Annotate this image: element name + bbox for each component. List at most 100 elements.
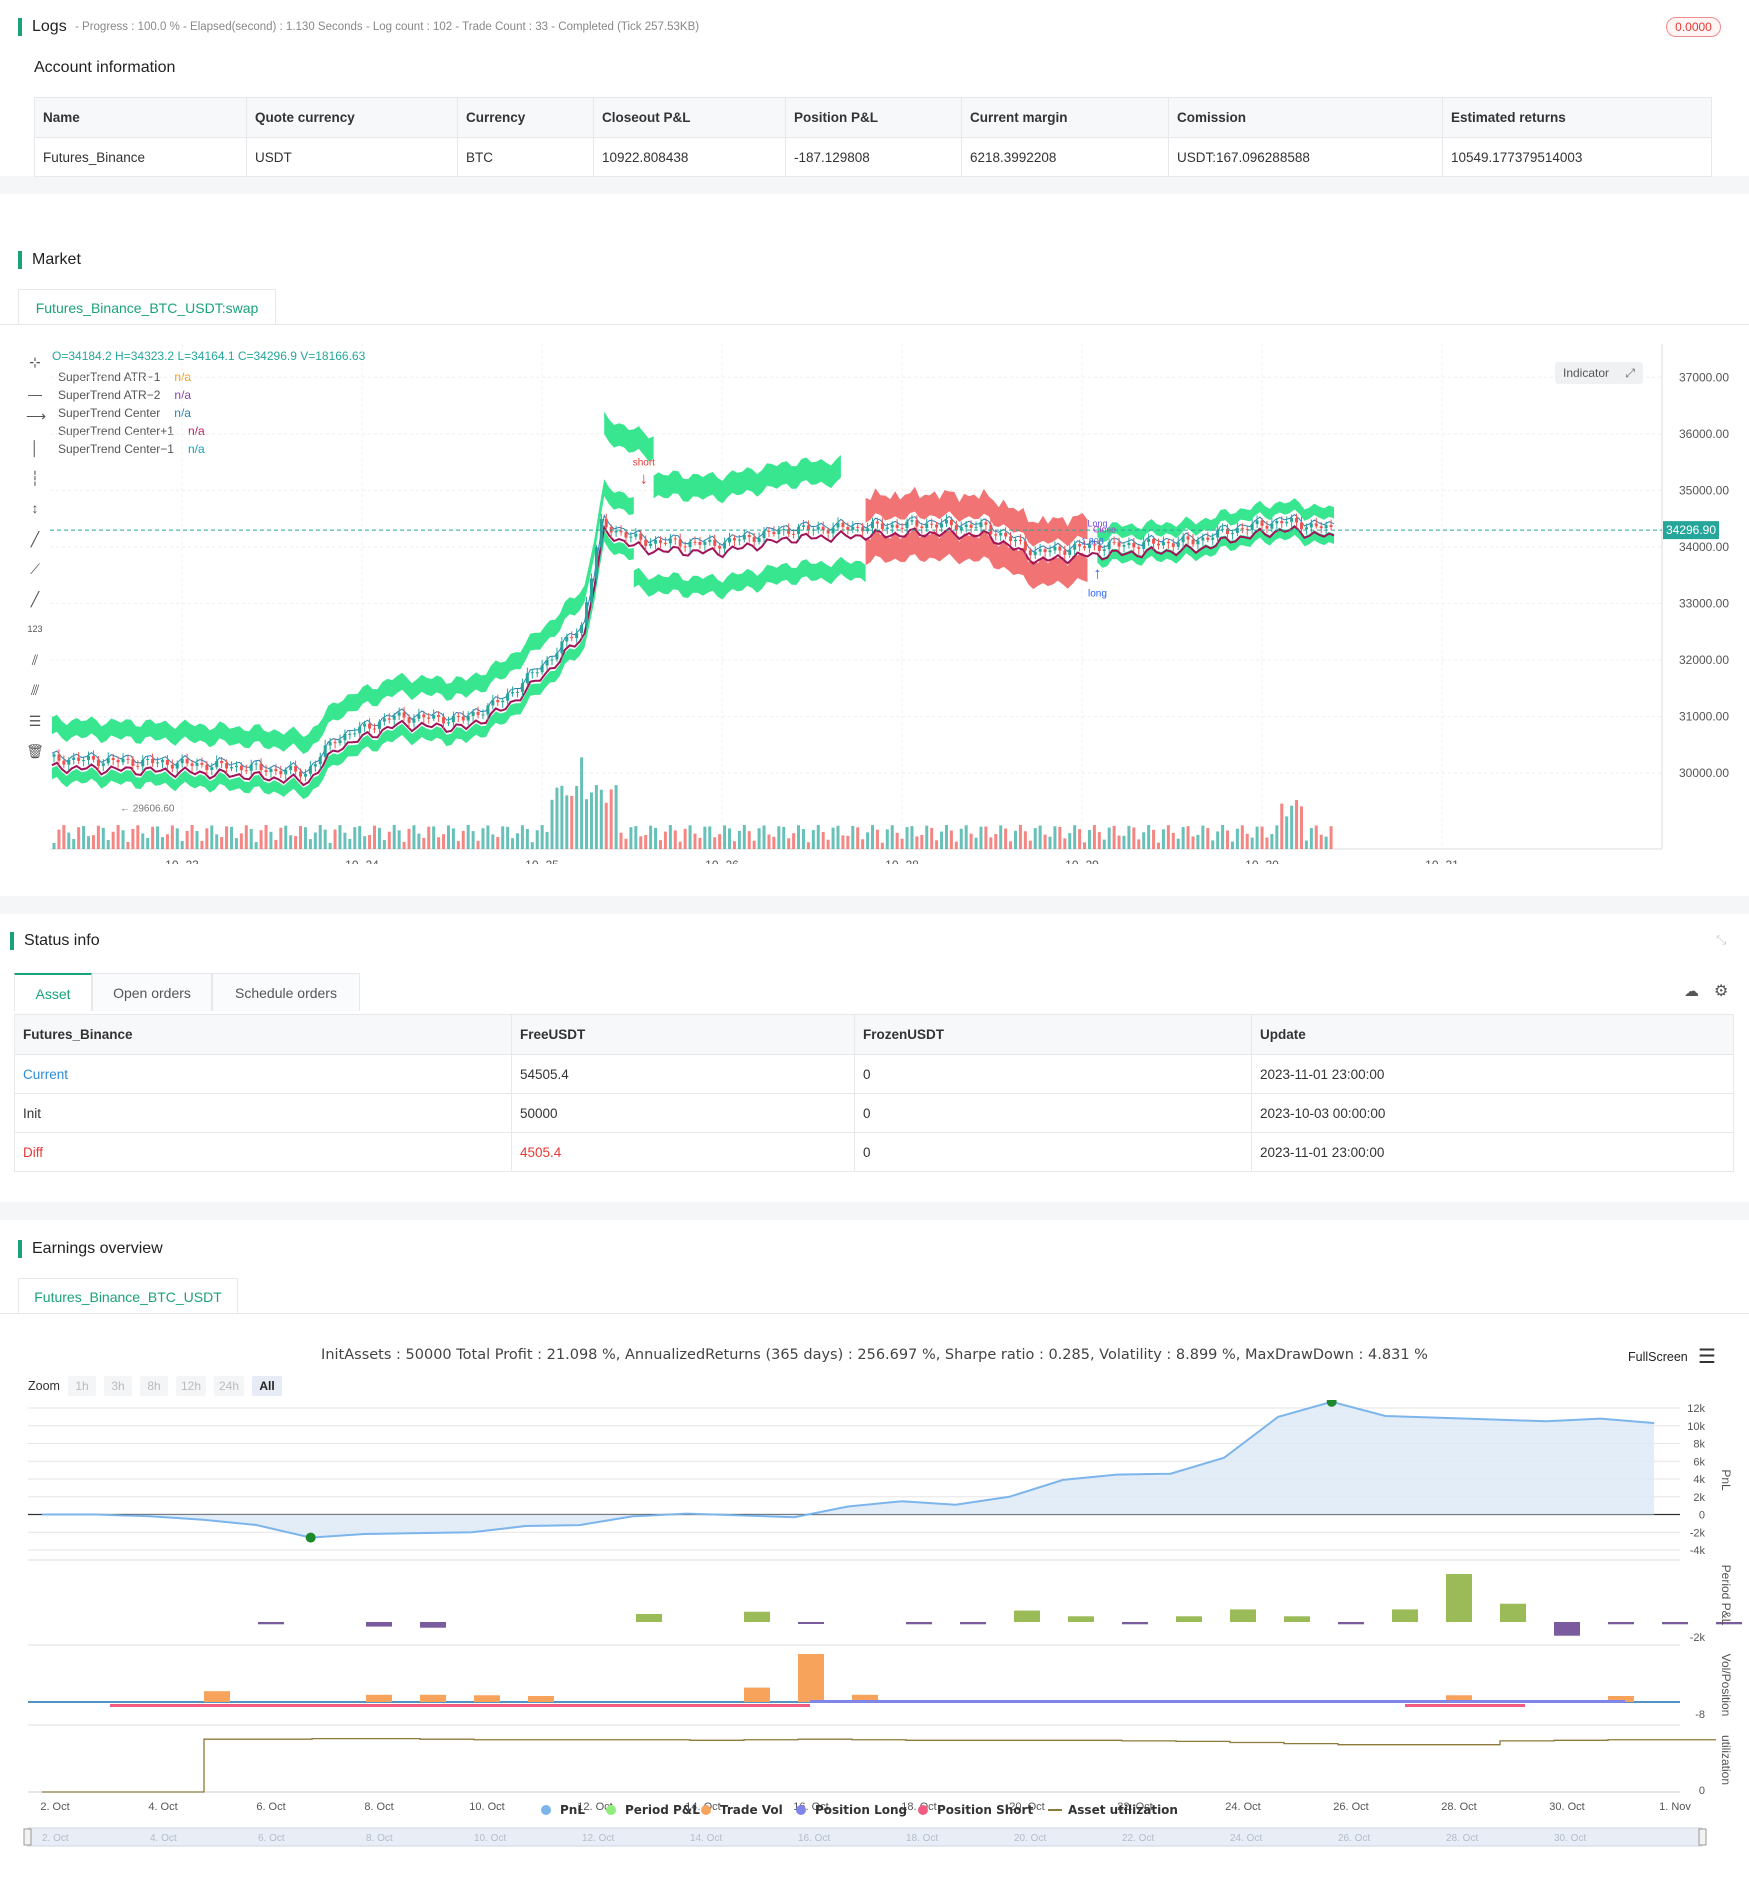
market-symbol-tab[interactable]: Futures_Binance_BTC_USDT:swap [18,289,276,325]
volume-bar [1078,829,1082,849]
volpos-tick-label: -8 [1695,1709,1705,1721]
candle-body [515,691,519,693]
candle-body [387,718,391,720]
account-cell: USDT [246,137,458,177]
zoom-3h-button[interactable]: 3h [104,1376,132,1396]
candle-body [77,757,81,761]
volpos-axis-title: Vol/Position [1719,1654,1733,1717]
candle-body [1132,542,1136,548]
volume-bar [708,826,712,849]
volume-bar [1127,825,1131,849]
supertrend-upper-band [52,479,634,754]
menu-icon[interactable]: ☰ [1698,1344,1716,1369]
asset-header-cell: FreeUSDT [511,1014,855,1055]
volume-bar [382,840,386,849]
candle-body [1240,528,1244,530]
volume-bar [156,826,160,849]
volume-bar [466,825,470,849]
navigator-tick-label: 20. Oct [1014,1833,1046,1844]
pnl-tick-label: 8k [1693,1439,1705,1451]
volume-bar [57,829,61,849]
navigator-tick-label: 4. Oct [150,1833,177,1844]
legend-label: Period P&L [625,1803,700,1817]
collapse-icon[interactable]: ⤡ [1716,932,1726,948]
volume-bar [806,842,810,849]
candle-body [846,527,850,531]
candle-body [540,665,544,673]
volume-bar [649,825,653,849]
volume-bar [96,825,100,849]
candle-body [318,756,322,765]
candle-body [358,726,362,734]
volume-bar [486,825,490,849]
tab-open-orders[interactable]: Open orders [92,973,212,1011]
volume-bar [1053,826,1057,849]
candle-body [1295,517,1299,523]
candle-body [52,754,56,757]
candle-body [1053,546,1057,551]
candle-body [62,760,66,765]
candle-body [1028,550,1032,556]
candle-body [1127,542,1131,546]
account-cell: BTC [457,137,594,177]
period-pnl-bar [366,1622,392,1627]
candle-body [979,522,983,528]
candle-body [392,715,396,720]
volume-bar [940,831,944,849]
zoom-8h-button[interactable]: 8h [140,1376,168,1396]
pnl-tick-label: 0 [1699,1510,1705,1522]
volume-bar [713,837,717,849]
zoom-1h-button[interactable]: 1h [68,1376,96,1396]
volume-bar [160,837,164,849]
candle-body [180,759,184,764]
candlestick-chart[interactable]: 37000.00 36000.00 35000.00 34000.00 33000.00… [0,344,1749,864]
zoom-24h-button[interactable]: 24h [214,1376,244,1396]
volume-bar [1161,829,1165,849]
candle-body [170,764,174,769]
candle-body [210,767,214,770]
volume-bar [230,826,234,849]
volume-bar [1230,841,1234,849]
candle-body [244,770,248,772]
volume-bar [106,840,110,849]
volume-bar [1087,830,1091,849]
candle-body [1299,522,1303,530]
util-tick-label: 0 [1699,1785,1705,1797]
tab-schedule-orders[interactable]: Schedule orders [212,973,360,1011]
candle-body [397,712,401,716]
volume-bar [1255,826,1259,849]
candle-body [530,672,534,674]
zoom-12h-button[interactable]: 12h [176,1376,206,1396]
volume-bar [511,838,515,849]
account-table: Name Quote currency Currency Closeout P&… [34,97,1712,177]
gear-icon[interactable]: ⚙ [1714,981,1728,1001]
low-price-label: ← 29606.60 [120,803,175,814]
earnings-tab-underline [0,1313,1749,1314]
volume-bar [678,841,682,849]
x-tick-label: 28. Oct [1441,1801,1476,1813]
price-tick-label: 30000.00 [1679,766,1729,780]
earnings-chart[interactable]: 12k 10k 8k 6k 4k 2k 0 -2k -4k PnL -2k Period P&L -8 V… [0,1400,1749,1890]
volume-bar [1083,842,1087,849]
volume-bar [565,795,569,849]
earnings-symbol-tab[interactable]: Futures_Binance_BTC_USDT [18,1278,238,1314]
volume-bar [846,835,850,849]
pnl-tick-label: 10k [1687,1421,1705,1433]
zoom-all-button[interactable]: All [252,1376,282,1396]
candle-body [673,538,677,540]
candle-body [570,636,574,639]
cloud-download-icon[interactable]: ☁ [1684,982,1699,1000]
tab-asset[interactable]: Asset [14,973,92,1011]
candle-body [698,541,702,545]
fullscreen-button[interactable]: FullScreen [1628,1350,1688,1364]
volume-bar [313,832,317,849]
candle-body [363,723,367,727]
volume-bar [935,840,939,849]
candle-body [816,526,820,530]
asset-row-diff: Diff 4505.4 0 2023-11-01 23:00:00 [14,1132,1734,1172]
volume-bar [915,836,919,849]
candle-body [72,757,76,760]
period-tick-label: -2k [1690,1632,1706,1644]
candle-body [1033,551,1037,556]
candle-body [1014,539,1017,542]
